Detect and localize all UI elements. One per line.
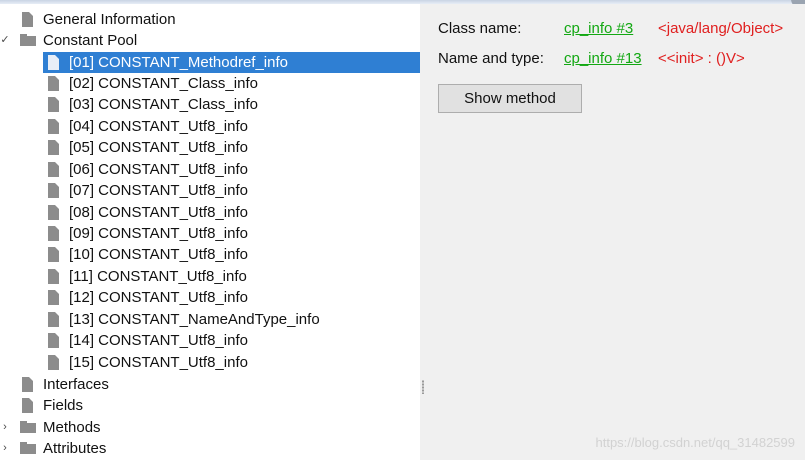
splitter-grip-icon[interactable]	[422, 380, 424, 394]
chevron-down-icon[interactable]: ✓	[0, 30, 10, 51]
tree-item-label: [09] CONSTANT_Utf8_info	[69, 225, 248, 242]
tree-item-methods[interactable]: › Methods	[0, 417, 420, 438]
tree-item-cp-14[interactable]: [14] CONSTANT_Utf8_info	[0, 330, 420, 351]
tree-item-cp-13[interactable]: [13] CONSTANT_NameAndType_info	[0, 309, 420, 330]
tree-view[interactable]: General Information ✓ Constant Pool [01]…	[0, 4, 420, 460]
file-icon	[48, 355, 59, 370]
file-icon	[48, 269, 59, 284]
tree-item-cp-02[interactable]: [02] CONSTANT_Class_info	[0, 73, 420, 94]
chevron-right-icon[interactable]: ›	[0, 438, 10, 459]
tree-item-interfaces[interactable]: Interfaces	[0, 374, 420, 395]
file-icon	[48, 247, 59, 262]
class-name-label: Class name:	[438, 20, 522, 37]
tree-item-cp-12[interactable]: [12] CONSTANT_Utf8_info	[0, 287, 420, 308]
tree-item-cp-09[interactable]: [09] CONSTANT_Utf8_info	[0, 223, 420, 244]
folder-icon	[20, 421, 36, 433]
file-icon	[22, 12, 33, 27]
name-and-type-value: <<init> : ()V>	[658, 50, 745, 67]
tree-item-label: [12] CONSTANT_Utf8_info	[69, 289, 248, 306]
tree-item-cp-15[interactable]: [15] CONSTANT_Utf8_info	[0, 352, 420, 373]
tree-item-label: [08] CONSTANT_Utf8_info	[69, 204, 248, 221]
watermark-text: https://blog.csdn.net/qq_31482599	[595, 435, 796, 450]
class-name-link[interactable]: cp_info #3	[564, 18, 633, 40]
tree-item-label: [05] CONSTANT_Utf8_info	[69, 139, 248, 156]
tree-item-label: [02] CONSTANT_Class_info	[69, 75, 258, 92]
tree-item-cp-07[interactable]: [07] CONSTANT_Utf8_info	[0, 180, 420, 201]
tree-item-cp-03[interactable]: [03] CONSTANT_Class_info	[0, 94, 420, 115]
tree-item-label: Fields	[43, 397, 84, 414]
file-icon	[22, 377, 33, 392]
tree-item-label: General Information	[43, 11, 176, 28]
class-name-value: <java/lang/Object>	[658, 20, 784, 37]
tree-item-label: Attributes	[43, 440, 107, 457]
file-icon	[48, 183, 59, 198]
app-window: General Information ✓ Constant Pool [01]…	[0, 0, 805, 460]
folder-icon	[20, 442, 36, 454]
file-icon	[48, 162, 59, 177]
tree-item-label: [07] CONSTANT_Utf8_info	[69, 182, 248, 199]
file-icon	[48, 290, 59, 305]
details-pane: Class name: cp_info #3 <java/lang/Object…	[426, 4, 805, 460]
tree-item-fields[interactable]: Fields	[0, 395, 420, 416]
tree-item-label: [06] CONSTANT_Utf8_info	[69, 161, 248, 178]
tree-item-cp-08[interactable]: [08] CONSTANT_Utf8_info	[0, 202, 420, 223]
show-method-button[interactable]: Show method	[438, 84, 582, 113]
tree-item-label: Constant Pool	[43, 32, 138, 49]
chevron-right-icon[interactable]: ›	[0, 417, 10, 438]
tree-item-attributes[interactable]: › Attributes	[0, 438, 420, 459]
tree-item-label: [03] CONSTANT_Class_info	[69, 96, 258, 113]
tree-item-label: [04] CONSTANT_Utf8_info	[69, 118, 248, 135]
tree-item-constant-pool[interactable]: ✓ Constant Pool	[0, 30, 420, 51]
tree-item-cp-05[interactable]: [05] CONSTANT_Utf8_info	[0, 137, 420, 158]
tree-item-label: [14] CONSTANT_Utf8_info	[69, 332, 248, 349]
name-and-type-link[interactable]: cp_info #13	[564, 48, 642, 70]
file-icon	[48, 312, 59, 327]
name-and-type-row: Name and type: cp_info #13 <<init> : ()V…	[438, 48, 805, 70]
name-and-type-label: Name and type:	[438, 50, 544, 67]
tree-item-label: Interfaces	[43, 376, 109, 393]
tree-item-general-information[interactable]: General Information	[0, 9, 420, 30]
file-icon	[48, 140, 59, 155]
tree-item-label: [01] CONSTANT_Methodref_info	[69, 54, 288, 71]
file-icon	[48, 205, 59, 220]
folder-icon	[20, 34, 36, 46]
tree-item-label: [10] CONSTANT_Utf8_info	[69, 246, 248, 263]
file-icon	[48, 97, 59, 112]
tree-item-cp-10[interactable]: [10] CONSTANT_Utf8_info	[0, 244, 420, 265]
tree-item-cp-04[interactable]: [04] CONSTANT_Utf8_info	[0, 116, 420, 137]
file-icon	[48, 55, 59, 70]
file-icon	[48, 333, 59, 348]
tree-item-label: [15] CONSTANT_Utf8_info	[69, 354, 248, 371]
file-icon	[22, 398, 33, 413]
class-name-row: Class name: cp_info #3 <java/lang/Object…	[438, 18, 805, 40]
file-icon	[48, 76, 59, 91]
tree-item-label: [11] CONSTANT_Utf8_info	[69, 268, 247, 285]
tree-item-label: [13] CONSTANT_NameAndType_info	[69, 311, 320, 328]
tree-item-cp-11[interactable]: [11] CONSTANT_Utf8_info	[0, 266, 420, 287]
tree-item-cp-01[interactable]: [01] CONSTANT_Methodref_info	[0, 52, 420, 73]
tree-item-cp-06[interactable]: [06] CONSTANT_Utf8_info	[0, 159, 420, 180]
tree-item-label: Methods	[43, 419, 101, 436]
file-icon	[48, 226, 59, 241]
file-icon	[48, 119, 59, 134]
